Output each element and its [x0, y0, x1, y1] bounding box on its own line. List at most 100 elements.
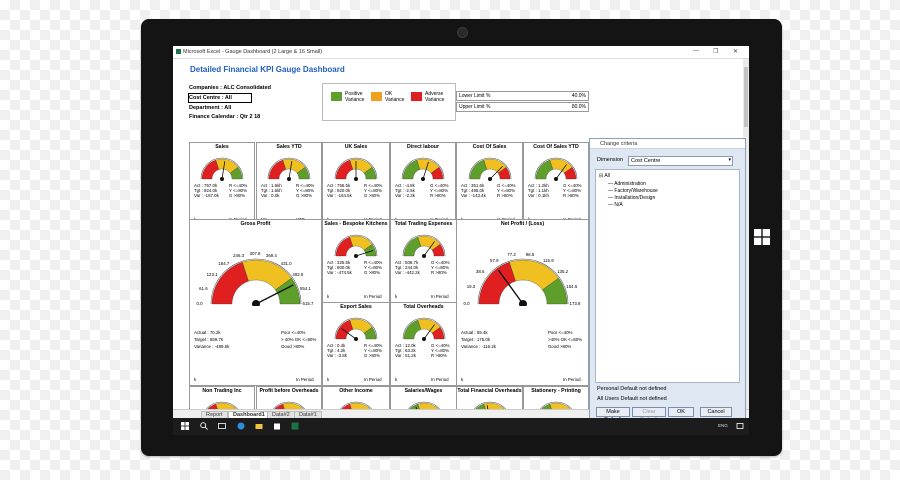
gauge-threshold: G >80%: [229, 192, 245, 198]
ok-button[interactable]: OK: [668, 407, 694, 417]
gauge-title: Gross Profit: [240, 221, 271, 227]
legend-label-ok: OK Variance: [385, 91, 405, 103]
gauge-tick-label: 154.5: [566, 283, 578, 289]
gauge-title: Total Financial Overheads: [457, 388, 522, 394]
notifications-icon[interactable]: [736, 422, 744, 430]
variance-legend: Positive Variance OK Variance Adverse Va…: [322, 83, 456, 121]
gauge-title: Net Profit / (Loss): [500, 221, 545, 227]
finance-calendar-label: Finance Calendar : Qtr 2 18: [189, 114, 261, 120]
language-indicator[interactable]: ENG: [718, 423, 728, 428]
gauge-dial: [267, 157, 311, 181]
gauge-unit: k: [194, 377, 197, 382]
tree-item-factory[interactable]: — Factory/Warehouse: [608, 188, 658, 194]
dimension-select[interactable]: Cost Centre ▾: [628, 156, 733, 166]
gauge-hub: [287, 177, 291, 181]
gauge-band: [403, 319, 421, 340]
lower-limit-label: Lower Limit %: [459, 93, 491, 99]
restore-button[interactable]: ❐: [713, 48, 718, 55]
windows-logo-icon[interactable]: [754, 229, 770, 245]
gauge-tick-label: 61.6: [199, 285, 208, 291]
gauge-stat: Variance : -489.5k: [194, 344, 230, 349]
gauge-tick-label: 369.4: [265, 253, 277, 259]
gauge-panel-direct-labour: Direct labour Act : -4.8k Tgt : -2.5k Var :…: [390, 142, 456, 226]
start-icon[interactable]: [181, 422, 189, 430]
change-criteria-dialog: Change criteria Dimension Cost Centre ▾ …: [589, 138, 746, 429]
file-explorer-icon[interactable]: [255, 422, 263, 430]
tree-item-administration[interactable]: — Administration: [608, 181, 646, 187]
gauge-hub: [251, 300, 260, 306]
gauge-panel-export-sales: Export Sales Act : 0.4k Tgt : 4.2k Var : -3…: [322, 302, 390, 386]
gauge-tick-label: 554.1: [299, 285, 311, 291]
gauge-threshold: G >80%: [364, 269, 380, 275]
minimize-button[interactable]: —: [693, 48, 699, 54]
gauge-tick-label: 431.0: [280, 260, 292, 266]
clear-default-button[interactable]: Clear Default: [632, 407, 666, 423]
tree-item-all[interactable]: ⊟ All: [599, 173, 610, 179]
task-view-icon[interactable]: [218, 422, 226, 430]
gauge-title: Non Trading Inc: [202, 388, 242, 394]
gauge-tick-label: 77.2: [507, 251, 516, 257]
gauge-stat: Var : -3.8k: [327, 352, 347, 358]
taskbar: ENG: [173, 418, 749, 435]
gauge-title: Direct labour: [407, 144, 439, 150]
gauge-panel-net-profit-loss: Net Profit / (Loss) 0.0 19.3 38.6 57.9 77.2 96…: [456, 219, 589, 386]
gauge-band: [335, 159, 354, 180]
gauge-dial: [401, 157, 445, 181]
gauge-band: [335, 236, 354, 257]
department-label: Department : All: [189, 105, 232, 111]
gauge-period: In Period: [431, 377, 449, 382]
gauge-hub: [354, 177, 358, 181]
gauge-hub: [220, 177, 224, 181]
gauge-unit: k: [395, 294, 398, 299]
upper-limit-field[interactable]: Upper Limit % 80.0%: [456, 102, 589, 112]
gauge-unit: k: [395, 377, 398, 382]
scrollbar-thumb[interactable]: [744, 67, 748, 127]
legend-swatch-adverse: [411, 92, 422, 101]
gauge-threshold: G >80%: [364, 352, 380, 358]
gauge-threshold: R >80%: [497, 192, 513, 198]
lower-limit-value: 40.0%: [571, 93, 586, 99]
gauge-dial: [334, 157, 378, 181]
gauge-stat: Var : -164.5k: [327, 192, 352, 198]
legend-label-adverse: Adverse Variance: [425, 91, 445, 103]
gauge-period: In Period: [364, 294, 382, 299]
edge-icon[interactable]: [237, 422, 245, 430]
gauge-stat: Var : 51.2k: [395, 352, 416, 358]
chevron-down-icon[interactable]: ▾: [728, 157, 731, 163]
gauge-dial: [534, 157, 578, 181]
gauge-tick-label: 135.2: [557, 268, 569, 274]
gauge-tick-label: 115.9: [543, 257, 554, 263]
lower-limit-field[interactable]: Lower Limit % 40.0%: [456, 91, 589, 101]
gauge-tick-label: 0.0: [196, 301, 203, 306]
tree-item-installation[interactable]: — Installation/Design: [608, 195, 655, 201]
gauge-stat: Var : -143.4k: [461, 192, 486, 198]
gauge-title: Sales - Bespoke Kitchens: [324, 221, 388, 227]
make-default-button[interactable]: Make Default: [596, 407, 630, 423]
gauge-title: Export Sales: [340, 304, 372, 310]
dimension-value: Cost Centre: [631, 158, 661, 164]
companies-label: Companies : ALC Consolidated: [189, 85, 271, 91]
gauge-tick-label: 307.8: [249, 251, 261, 256]
store-icon[interactable]: [273, 422, 281, 430]
gauge-hub: [354, 337, 358, 341]
gauge-stat: Actual : 70.2k: [194, 330, 221, 335]
gauge-dial: [200, 157, 244, 181]
camera-icon: [457, 27, 468, 38]
dimension-tree: ⊟ All — Administration — Factory/Warehou…: [595, 169, 740, 383]
excel-taskbar-icon[interactable]: [291, 422, 299, 430]
gauge-unit: k: [461, 377, 464, 382]
gauge-tick-label: 57.9: [490, 257, 499, 263]
gauge-threshold: G >80%: [296, 192, 312, 198]
gauge-band: [403, 236, 421, 257]
gauge-threshold: Poor <=40%: [548, 330, 573, 335]
gauge-tick-label: 184.7: [218, 260, 230, 266]
search-icon[interactable]: [200, 422, 208, 430]
gauge-tick-label: 96.5: [525, 251, 535, 257]
tree-item-na[interactable]: — N/A: [608, 202, 623, 208]
close-button[interactable]: ✕: [733, 48, 738, 55]
gauge-threshold: >40% OK <=80%: [548, 337, 583, 342]
cancel-button[interactable]: Cancel: [700, 407, 732, 417]
gauge-stat: Var : -474.5k: [327, 269, 352, 275]
gauge-threshold: R >80%: [430, 192, 446, 198]
gauge-hub: [487, 177, 492, 181]
